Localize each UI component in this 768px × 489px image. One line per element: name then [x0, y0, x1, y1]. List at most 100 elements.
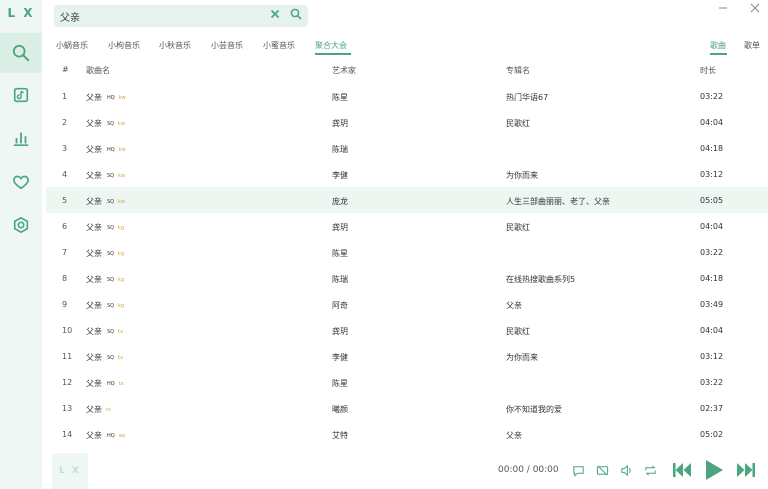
repeat-icon[interactable]	[644, 464, 657, 477]
artist-name: 龚玥	[332, 327, 348, 336]
nav-favorites[interactable]	[0, 162, 42, 202]
song-name: 父亲	[86, 431, 102, 440]
artist-name: 曦颜	[332, 405, 348, 414]
table-row[interactable]: 8 父亲 SQ kg 陈瑞 在线热搜歌曲系列5 04:18	[46, 265, 768, 291]
artist-name: 龚玥	[332, 223, 348, 232]
table-row[interactable]: 12 父亲 HQ tx 陈星 03:22	[46, 369, 768, 395]
sidebar: L X	[0, 0, 42, 489]
source-badge: kg	[118, 225, 125, 231]
song-name: 父亲	[86, 145, 102, 154]
quality-badge: SQ	[107, 329, 115, 335]
row-index: 4	[62, 170, 68, 179]
artist-name: 陈瑞	[332, 145, 348, 154]
search-icon[interactable]	[290, 8, 302, 20]
table-row[interactable]: 14 父亲 HQ wy 艾特 父亲 05:02	[46, 421, 768, 447]
quality-badge: HQ	[107, 147, 115, 153]
quality-badge: SQ	[107, 277, 115, 283]
source-badge: kw	[118, 173, 126, 179]
row-index: 7	[62, 248, 68, 257]
artist-name: 庞龙	[332, 197, 348, 206]
source-tab[interactable]: 小秋音乐	[159, 40, 191, 51]
next-icon[interactable]	[736, 461, 756, 479]
nav-leaderboard[interactable]	[0, 118, 42, 158]
type-tab-indicator	[710, 53, 727, 55]
row-index: 12	[62, 378, 73, 387]
source-tab[interactable]: 小枸音乐	[108, 40, 140, 51]
table-row[interactable]: 3 父亲 HQ kw 陈瑞 04:18	[46, 135, 768, 161]
minimize-icon[interactable]	[718, 3, 728, 13]
source-badge: kg	[118, 303, 125, 309]
table-row[interactable]: 7 父亲 SQ kg 陈星 03:22	[46, 239, 768, 265]
row-index: 10	[62, 326, 73, 335]
quality-badge: SQ	[107, 355, 115, 361]
quality-badge: HQ	[107, 95, 115, 101]
song-name-cell: 父亲 SQ kw	[86, 196, 125, 207]
source-tab[interactable]: 小蜜音乐	[263, 40, 295, 51]
table-row[interactable]: 4 父亲 SQ kw 李健 为你而来 03:12	[46, 161, 768, 187]
song-duration: 04:18	[700, 144, 724, 153]
source-badge: kg	[118, 251, 125, 257]
previous-icon[interactable]	[672, 461, 692, 479]
song-duration: 03:12	[700, 170, 724, 179]
album-name: 在线热搜歌曲系列5	[506, 275, 576, 284]
clear-icon[interactable]	[270, 9, 280, 19]
artist-name: 陈星	[332, 379, 348, 388]
lyric-off-icon[interactable]	[596, 464, 609, 477]
song-duration: 02:37	[700, 404, 724, 413]
volume-icon[interactable]	[620, 464, 633, 477]
song-duration: 03:22	[700, 378, 724, 387]
music-list-icon	[13, 87, 29, 103]
source-badge: wy	[118, 433, 126, 439]
quality-badge: SQ	[107, 121, 115, 127]
table-row[interactable]: 11 父亲 SQ tx 李健 为你而来 03:12	[46, 343, 768, 369]
album-name: 为你而来	[506, 353, 538, 362]
comment-icon[interactable]	[572, 464, 585, 477]
header-index: #	[62, 65, 69, 74]
song-name-cell: 父亲 HQ kw	[86, 92, 126, 103]
table-row[interactable]: 5 父亲 SQ kw 庞龙 人生三部曲丽丽、老了、父亲 05:05	[46, 187, 768, 213]
close-icon[interactable]	[750, 3, 760, 13]
source-badge: tx	[118, 329, 124, 335]
play-icon[interactable]	[704, 459, 724, 481]
search-input[interactable]: 父亲	[60, 9, 80, 24]
table-row[interactable]: 6 父亲 SQ kg 龚玥 民歌红 04:04	[46, 213, 768, 239]
source-tab-active[interactable]: 聚合大会	[315, 40, 347, 51]
song-name-cell: 父亲 SQ kg	[86, 300, 124, 311]
source-tab[interactable]: 小芸音乐	[211, 40, 243, 51]
table-row[interactable]: 9 父亲 SQ kg 阿奇 父亲 03:49	[46, 291, 768, 317]
song-name-cell: 父亲 HQ kw	[86, 144, 126, 155]
quality-badge: SQ	[107, 251, 115, 257]
song-name: 父亲	[86, 249, 102, 258]
quality-badge: HQ	[107, 381, 115, 387]
nav-settings[interactable]	[0, 205, 42, 245]
song-duration: 04:04	[700, 118, 724, 127]
header-album: 专辑名	[506, 66, 530, 75]
quality-badge: SQ	[107, 225, 115, 231]
nav-playlist[interactable]	[0, 75, 42, 115]
table-row[interactable]: 1 父亲 HQ kw 陈星 热门华语67 03:22	[46, 83, 768, 109]
song-name-cell: 父亲 HQ wy	[86, 430, 126, 441]
table-row[interactable]: 10 父亲 SQ tx 龚玥 民歌红 04:04	[46, 317, 768, 343]
nav-search[interactable]	[0, 33, 42, 73]
quality-badge: SQ	[107, 303, 115, 309]
song-name-cell: 父亲 HQ tx	[86, 378, 124, 389]
table-header: # 歌曲名 艺术家 专辑名 时长	[46, 63, 768, 79]
row-index: 8	[62, 274, 68, 283]
song-name: 父亲	[86, 223, 102, 232]
source-tab[interactable]: 小蜗音乐	[56, 40, 88, 51]
song-name: 父亲	[86, 93, 102, 102]
song-name: 父亲	[86, 379, 102, 388]
tab-playlists[interactable]: 歌单	[744, 40, 760, 51]
source-badge: tx	[118, 381, 124, 387]
source-tab-indicator	[315, 53, 351, 55]
album-cover[interactable]: L X	[52, 453, 88, 489]
artist-name: 龚玥	[332, 119, 348, 128]
tab-songs[interactable]: 歌曲	[710, 40, 726, 51]
table-row[interactable]: 13 父亲 tx 曦颜 你不知道我的爱 02:37	[46, 395, 768, 421]
source-badge: tx	[106, 407, 111, 413]
album-name: 你不知道我的爱	[506, 405, 562, 414]
table-row[interactable]: 2 父亲 SQ kw 龚玥 民歌红 04:04	[46, 109, 768, 135]
album-name: 父亲	[506, 301, 522, 310]
settings-icon	[13, 216, 29, 234]
song-name: 父亲	[86, 119, 102, 128]
